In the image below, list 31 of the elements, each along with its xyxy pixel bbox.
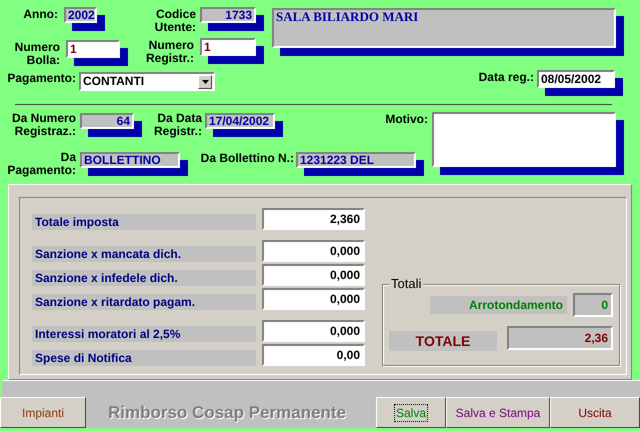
amount-label: Interessi moratori al 2,5% [32,326,256,342]
field-label: Da Pagamento: [6,151,76,177]
amount-field[interactable]: 0,000 [262,288,365,310]
amount-field[interactable]: 2,360 [262,208,365,230]
field-label: Codice Utente: [154,8,196,34]
field-label: Numero Registr.: [144,39,194,65]
amount-field[interactable]: 0,000 [262,320,365,342]
amount-field[interactable]: 0,000 [262,264,365,286]
amount-label: Sanzione x infedele dich. [32,270,256,286]
footer-button[interactable]: Salva e Stampa [446,397,550,428]
footer-button[interactable]: Uscita [550,397,640,428]
field-label: Numero Bolla: [14,41,60,67]
field-label: Pagamento: [6,72,76,85]
field-label: Da Data Registr.: [152,112,202,138]
total-label: TOTALE [389,331,497,351]
field-label: Anno: [22,8,58,21]
group-title: Totali [389,276,424,291]
amount-field[interactable]: 0,000 [262,240,365,262]
field-label: Da Bollettino N.: [200,152,294,165]
amount-label: Sanzione x ritardato pagam. [32,294,256,310]
amount-field[interactable]: 0,00 [262,344,365,366]
rounding-label: Arrotondamento [430,296,567,314]
field-label: Da Numero Registraz.: [10,112,76,138]
footer-button[interactable]: Impianti [0,397,86,428]
field-label: Data reg.: [478,71,534,84]
field-label: Motivo: [384,113,428,126]
total-field[interactable]: 2,36 [507,326,613,350]
dropdown[interactable]: CONTANTI [79,72,215,91]
amount-label: Sanzione x mancata dich. [32,246,256,262]
amount-label: Totale imposta [32,214,256,230]
amount-label: Spese di Notifica [32,350,256,366]
